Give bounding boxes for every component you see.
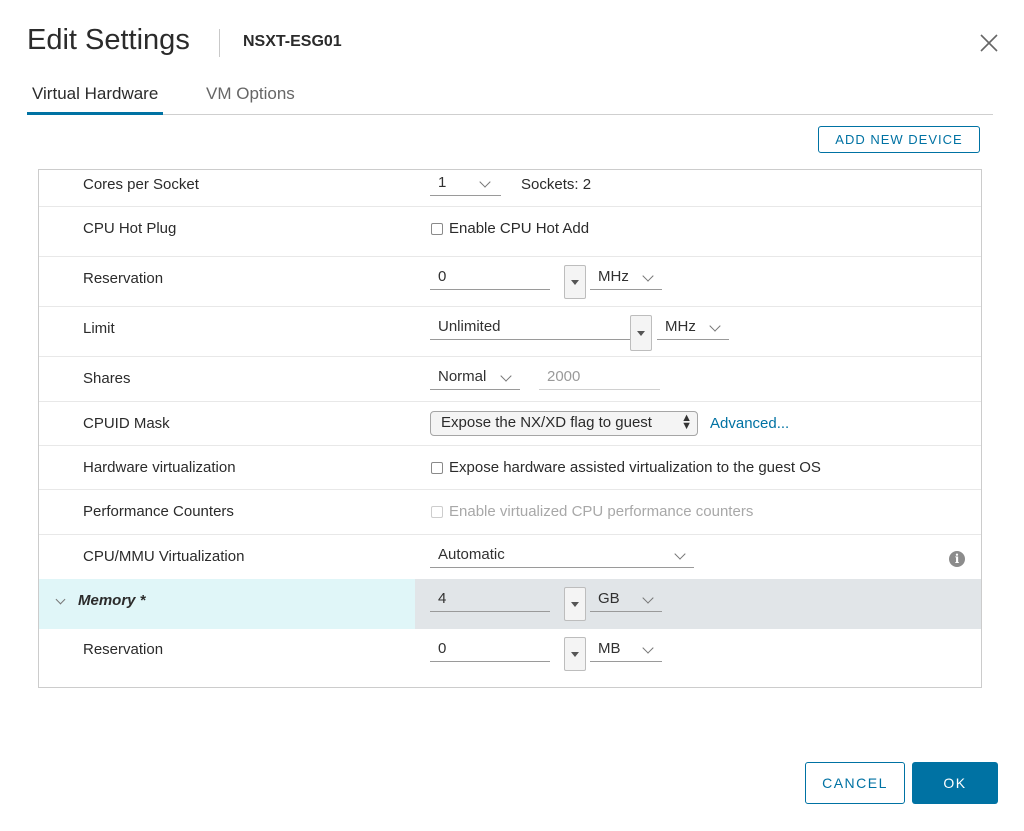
chevron-down-icon [674, 548, 686, 560]
cpu-limit-dropdown-button[interactable] [630, 315, 652, 351]
memory-reservation-label: Reservation [83, 641, 164, 658]
memory-reservation-unit: MB [598, 640, 621, 657]
tab-bar: Virtual Hardware VM Options [27, 84, 993, 115]
cpu-limit-unit-select[interactable]: MHz [657, 318, 729, 340]
vm-name: NSXT-ESG01 [243, 33, 342, 50]
chevron-down-icon [642, 592, 654, 604]
cores-per-socket-label: Cores per Socket [83, 176, 199, 193]
memory-reservation-unit-select[interactable]: MB [590, 640, 662, 662]
cpu-reservation-dropdown-button[interactable] [564, 265, 586, 299]
close-icon[interactable] [978, 32, 1000, 54]
caret-down-icon [571, 279, 579, 285]
row-cpu-shares: Shares Normal 2000 [39, 357, 981, 402]
hardware-settings-panel: Cores per Socket 1 Sockets: 2 CPU Hot Pl… [38, 169, 982, 688]
cpu-reservation-label: Reservation [83, 270, 164, 287]
memory-unit: GB [598, 590, 620, 607]
cancel-button[interactable]: CANCEL [805, 762, 905, 804]
hardware-virtualization-checkbox-label: Expose hardware assisted virtualization … [449, 459, 821, 476]
chevron-down-icon[interactable] [55, 594, 66, 605]
row-cores-per-socket: Cores per Socket 1 Sockets: 2 [39, 170, 981, 207]
chevron-down-icon [500, 370, 512, 382]
cpuid-advanced-link[interactable]: Advanced... [710, 415, 789, 432]
row-hardware-virtualization: Hardware virtualization Expose hardware … [39, 446, 981, 490]
memory-reservation-dropdown-button[interactable] [564, 637, 586, 671]
cpuid-mask-select[interactable]: Expose the NX/XD flag to guest ▲ ▼ [430, 411, 698, 436]
info-icon[interactable]: i [949, 551, 965, 567]
ok-button[interactable]: OK [912, 762, 998, 804]
cpu-reservation-unit-select[interactable]: MHz [590, 268, 662, 290]
row-memory: Memory * 4 GB [39, 579, 981, 629]
row-performance-counters: Performance Counters Enable virtualized … [39, 490, 981, 535]
memory-size-dropdown-button[interactable] [564, 587, 586, 621]
cpu-reservation-unit: MHz [598, 268, 629, 285]
performance-counters-checkbox [431, 506, 443, 518]
hardware-virtualization-checkbox[interactable] [431, 462, 443, 474]
memory-label: Memory * [78, 592, 146, 609]
cpu-shares-label: Shares [83, 370, 131, 387]
row-cpu-hot-plug: CPU Hot Plug Enable CPU Hot Add [39, 207, 981, 257]
cpu-shares-value: Normal [438, 368, 487, 385]
cpu-shares-number[interactable]: 2000 [539, 368, 660, 390]
cpu-mmu-virtualization-select[interactable]: Automatic [430, 546, 694, 568]
row-cpu-limit: Limit Unlimited MHz [39, 307, 981, 357]
cpu-limit-input[interactable]: Unlimited [430, 318, 631, 340]
add-new-device-button[interactable]: ADD NEW DEVICE [818, 126, 980, 153]
updown-arrows-icon: ▲ ▼ [681, 412, 692, 432]
performance-counters-label: Performance Counters [83, 503, 234, 520]
caret-down-icon [571, 651, 579, 657]
chevron-down-icon [479, 176, 491, 188]
cpu-limit-unit: MHz [665, 318, 696, 335]
chevron-down-icon [642, 270, 654, 282]
dialog-title: Edit Settings [27, 24, 190, 56]
title-divider [219, 29, 220, 57]
tab-virtual-hardware[interactable]: Virtual Hardware [27, 84, 164, 115]
cpuid-mask-value: Expose the NX/XD flag to guest [441, 414, 652, 431]
caret-down-icon [571, 601, 579, 607]
cpu-shares-select[interactable]: Normal [430, 368, 520, 390]
cpu-hot-add-checkbox[interactable] [431, 223, 443, 235]
memory-size-input[interactable]: 4 [430, 590, 550, 612]
cpu-hot-plug-label: CPU Hot Plug [83, 220, 177, 237]
cpu-mmu-virtualization-label: CPU/MMU Virtualization [83, 548, 245, 565]
performance-counters-checkbox-label: Enable virtualized CPU performance count… [449, 503, 754, 520]
chevron-down-icon [709, 320, 721, 332]
row-memory-reservation: Reservation 0 MB [39, 629, 981, 679]
row-cpu-reservation: Reservation 0 MHz [39, 257, 981, 307]
row-cpuid-mask: CPUID Mask Expose the NX/XD flag to gues… [39, 402, 981, 446]
tab-vm-options[interactable]: VM Options [206, 84, 295, 112]
cpu-reservation-input[interactable]: 0 [430, 268, 550, 290]
hardware-virtualization-label: Hardware virtualization [83, 459, 236, 476]
sockets-count: Sockets: 2 [521, 176, 592, 193]
cpu-limit-label: Limit [83, 320, 115, 337]
cores-per-socket-value: 1 [438, 174, 447, 191]
cpuid-mask-label: CPUID Mask [83, 415, 170, 432]
memory-unit-select[interactable]: GB [590, 590, 662, 612]
memory-reservation-input[interactable]: 0 [430, 640, 550, 662]
caret-down-icon [637, 330, 645, 336]
cores-per-socket-select[interactable]: 1 [430, 174, 501, 196]
memory-header-cell[interactable]: Memory * [39, 579, 415, 629]
cpu-mmu-virtualization-value: Automatic [438, 546, 505, 563]
chevron-down-icon [642, 642, 654, 654]
row-cpu-mmu-virtualization: CPU/MMU Virtualization Automatic i [39, 535, 981, 579]
cpu-hot-add-label: Enable CPU Hot Add [449, 220, 590, 237]
